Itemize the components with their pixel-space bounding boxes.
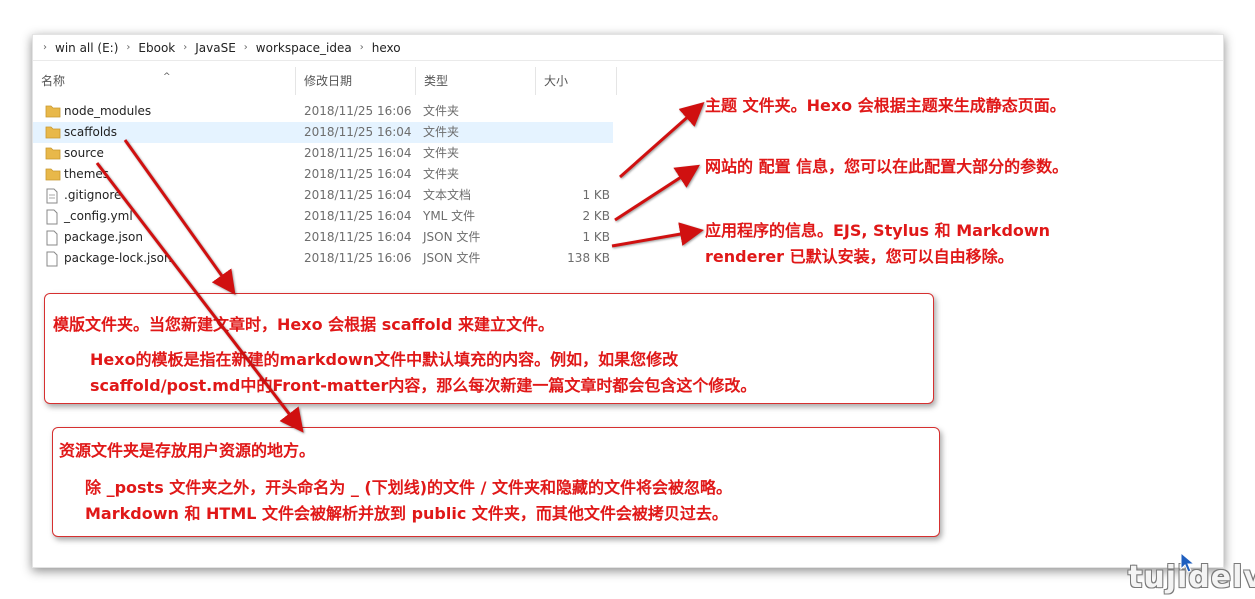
arrow-package [611,222,704,248]
arrow-themes [619,102,705,179]
arrow-source [95,162,304,433]
arrow-config [614,164,701,222]
annotation-arrows [95,102,705,433]
mouse-cursor-icon [1180,552,1196,573]
